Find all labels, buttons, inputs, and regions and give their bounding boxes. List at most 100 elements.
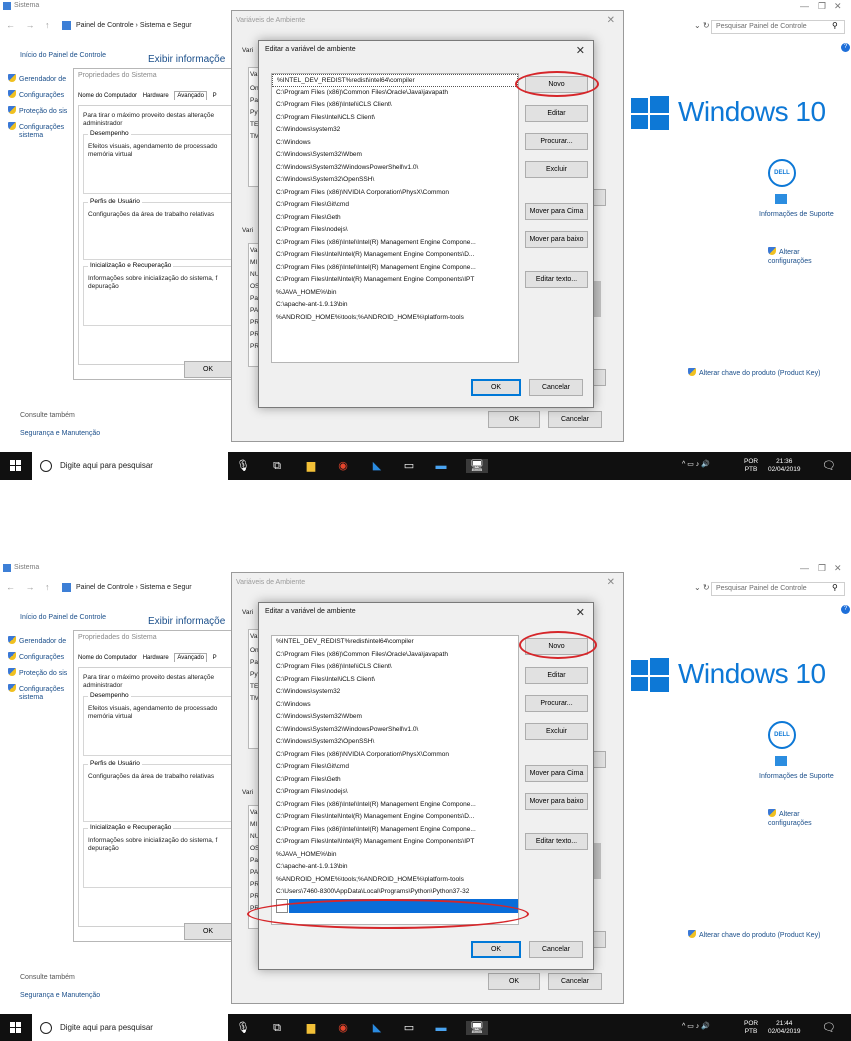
close-icon[interactable]: ✕ xyxy=(607,15,615,26)
edit-ok-button[interactable]: OK xyxy=(471,941,521,958)
microphone-icon[interactable]: 🎙 xyxy=(236,1021,250,1035)
list-item[interactable]: C:\Program Files (x86)\Intel\Intel(R) Ma… xyxy=(272,824,518,837)
list-item[interactable]: %JAVA_HOME%\bin xyxy=(272,287,518,300)
list-item[interactable]: C:\Program Files\Geth xyxy=(272,212,518,225)
microphone-icon[interactable]: 🎙 xyxy=(236,459,250,473)
list-item[interactable]: C:\Program Files\Intel\Intel(R) Manageme… xyxy=(272,249,518,262)
terminal-icon[interactable]: ▭ xyxy=(402,459,416,473)
list-item[interactable]: C:\Program Files\Intel\Intel(R) Manageme… xyxy=(272,811,518,824)
support-link[interactable]: Informações de Suporte xyxy=(759,211,834,218)
windows-start-icon[interactable] xyxy=(10,460,21,471)
list-item[interactable]: C:\Program Files (x86)\NVIDIA Corporatio… xyxy=(272,187,518,200)
list-item[interactable]: C:\Program Files\Git\cmd xyxy=(272,199,518,212)
remote-settings-link[interactable]: Configurações xyxy=(8,90,64,99)
minimize-icon[interactable]: — xyxy=(800,563,809,573)
app-icon[interactable]: ▬ xyxy=(434,1021,448,1035)
list-item[interactable]: C:\Windows\System32\OpenSSH\ xyxy=(272,736,518,749)
tab-advanced[interactable]: Avançado xyxy=(174,653,207,662)
edit-cancel-button[interactable]: Cancelar xyxy=(529,379,583,396)
edit-text-button[interactable]: Editar texto... xyxy=(525,833,588,850)
file-explorer-icon[interactable]: ▆ xyxy=(304,1021,318,1035)
clock[interactable]: 21:44 02/04/2019 xyxy=(768,1020,801,1036)
help-icon[interactable]: ? xyxy=(841,605,850,614)
control-panel-taskbar-icon[interactable]: 🖥 xyxy=(466,459,488,473)
list-item[interactable]: C:\Program Files\Intel\iCLS Client\ xyxy=(272,674,518,687)
task-view-icon[interactable]: ⧉ xyxy=(270,1021,284,1035)
support-link[interactable]: Informações de Suporte xyxy=(759,773,834,780)
list-item[interactable]: C:\Program Files\nodejs\ xyxy=(272,786,518,799)
list-item[interactable]: %ANDROID_HOME%\tools;%ANDROID_HOME%\plat… xyxy=(272,312,518,325)
edit-button[interactable]: Editar xyxy=(525,667,588,684)
control-panel-taskbar-icon[interactable]: 🖥 xyxy=(466,1021,488,1035)
minimize-icon[interactable]: — xyxy=(800,1,809,11)
notification-icon[interactable]: 🗨 xyxy=(822,459,836,473)
device-manager-link[interactable]: Gerendador de xyxy=(8,74,66,83)
product-key-link[interactable]: Alterar chave do produto (Product Key) xyxy=(688,368,820,377)
nav-arrows-icon[interactable]: ← → ↑ xyxy=(6,20,54,30)
env-cancel-button[interactable]: Cancelar xyxy=(548,411,602,428)
maximize-icon[interactable]: ❐ xyxy=(818,563,826,574)
delete-button[interactable]: Excluir xyxy=(525,161,588,178)
language-indicator[interactable]: POR PTB xyxy=(744,458,758,474)
search-input[interactable]: Pesquisar Painel de Controle xyxy=(711,582,845,596)
advanced-settings-link[interactable]: Configurações xyxy=(8,122,64,131)
refresh-icon[interactable]: ⌄ ↻ xyxy=(694,583,710,592)
move-up-button[interactable]: Mover para Cima xyxy=(525,765,588,782)
vscode-icon[interactable]: ◣ xyxy=(370,1021,384,1035)
system-vars-side-button[interactable] xyxy=(592,369,606,386)
list-item[interactable]: C:\Windows\System32\OpenSSH\ xyxy=(272,174,518,187)
notification-icon[interactable]: 🗨 xyxy=(822,1021,836,1035)
move-down-button[interactable]: Mover para baixo xyxy=(525,793,588,810)
help-icon[interactable]: ? xyxy=(841,43,850,52)
close-icon[interactable]: ✕ xyxy=(607,577,615,588)
clock[interactable]: 21:36 02/04/2019 xyxy=(768,458,801,474)
close-icon[interactable]: ✕ xyxy=(834,1,842,12)
home-link[interactable]: Início do Painel de Controle xyxy=(20,52,106,59)
breadcrumb[interactable]: Painel de Controle › Sistema e Segur xyxy=(76,584,192,591)
edit-text-button[interactable]: Editar texto... xyxy=(525,271,588,288)
path-list[interactable]: %INTEL_DEV_REDIST%redist\intel64\compile… xyxy=(271,73,519,363)
change-settings-link[interactable]: Alterar configurações xyxy=(768,809,812,828)
close-icon[interactable]: ✕ xyxy=(834,563,842,574)
list-item[interactable]: C:\apache-ant-1.9.13\bin xyxy=(272,861,518,874)
search-icon[interactable]: ⚲ xyxy=(832,583,838,592)
close-icon[interactable]: ✕ xyxy=(576,44,585,57)
close-icon[interactable]: ✕ xyxy=(576,606,585,619)
move-down-button[interactable]: Mover para baixo xyxy=(525,231,588,248)
chrome-icon[interactable]: ◉ xyxy=(336,1021,350,1035)
list-item[interactable]: C:\Windows\system32 xyxy=(272,124,518,137)
tab-hardware[interactable]: Hardware xyxy=(143,93,169,99)
search-input[interactable]: Pesquisar Painel de Controle xyxy=(711,20,845,34)
change-settings-link[interactable]: Alterar configurações xyxy=(768,247,812,266)
browse-button[interactable]: Procurar... xyxy=(525,695,588,712)
security-link[interactable]: Segurança e Manutenção xyxy=(20,430,100,437)
list-item[interactable]: C:\Program Files\Intel\Intel(R) Manageme… xyxy=(272,836,518,849)
file-explorer-icon[interactable]: ▆ xyxy=(304,459,318,473)
browse-button[interactable]: Procurar... xyxy=(525,133,588,150)
list-item[interactable]: C:\Program Files (x86)\Intel\iCLS Client… xyxy=(272,99,518,112)
list-item[interactable]: %JAVA_HOME%\bin xyxy=(272,849,518,862)
tab-advanced[interactable]: Avançado xyxy=(174,91,207,100)
list-item[interactable]: C:\Program Files\Geth xyxy=(272,774,518,787)
props-ok-button[interactable]: OK xyxy=(184,361,232,378)
tray-icons[interactable]: ^ ▭ ♪ 🔊 xyxy=(682,460,710,468)
list-item[interactable]: C:\Program Files\Intel\iCLS Client\ xyxy=(272,112,518,125)
refresh-icon[interactable]: ⌄ ↻ xyxy=(694,21,710,30)
remote-settings-link[interactable]: Configurações xyxy=(8,652,64,661)
list-item-added[interactable]: C:\Users\7460-8300\AppData\Local\Program… xyxy=(272,886,518,899)
props-ok-button[interactable]: OK xyxy=(184,923,232,940)
list-item[interactable]: C:\Windows\System32\WindowsPowerShell\v1… xyxy=(272,162,518,175)
nav-arrows-icon[interactable]: ← → ↑ xyxy=(6,582,54,592)
list-item[interactable]: C:\Windows\System32\WindowsPowerShell\v1… xyxy=(272,724,518,737)
search-icon[interactable]: ⚲ xyxy=(832,21,838,30)
device-manager-link[interactable]: Gerendador de xyxy=(8,636,66,645)
list-item[interactable]: %INTEL_DEV_REDIST%redist\intel64\compile… xyxy=(272,74,518,87)
list-item[interactable]: C:\Program Files\Git\cmd xyxy=(272,761,518,774)
list-item[interactable]: C:\Windows\System32\Wbem xyxy=(272,711,518,724)
breadcrumb[interactable]: Painel de Controle › Sistema e Segur xyxy=(76,22,192,29)
list-item[interactable]: C:\Program Files (x86)\Intel\Intel(R) Ma… xyxy=(272,799,518,812)
product-key-link[interactable]: Alterar chave do produto (Product Key) xyxy=(688,930,820,939)
tab-hardware[interactable]: Hardware xyxy=(143,655,169,661)
terminal-icon[interactable]: ▭ xyxy=(402,1021,416,1035)
list-item[interactable]: C:\apache-ant-1.9.13\bin xyxy=(272,299,518,312)
